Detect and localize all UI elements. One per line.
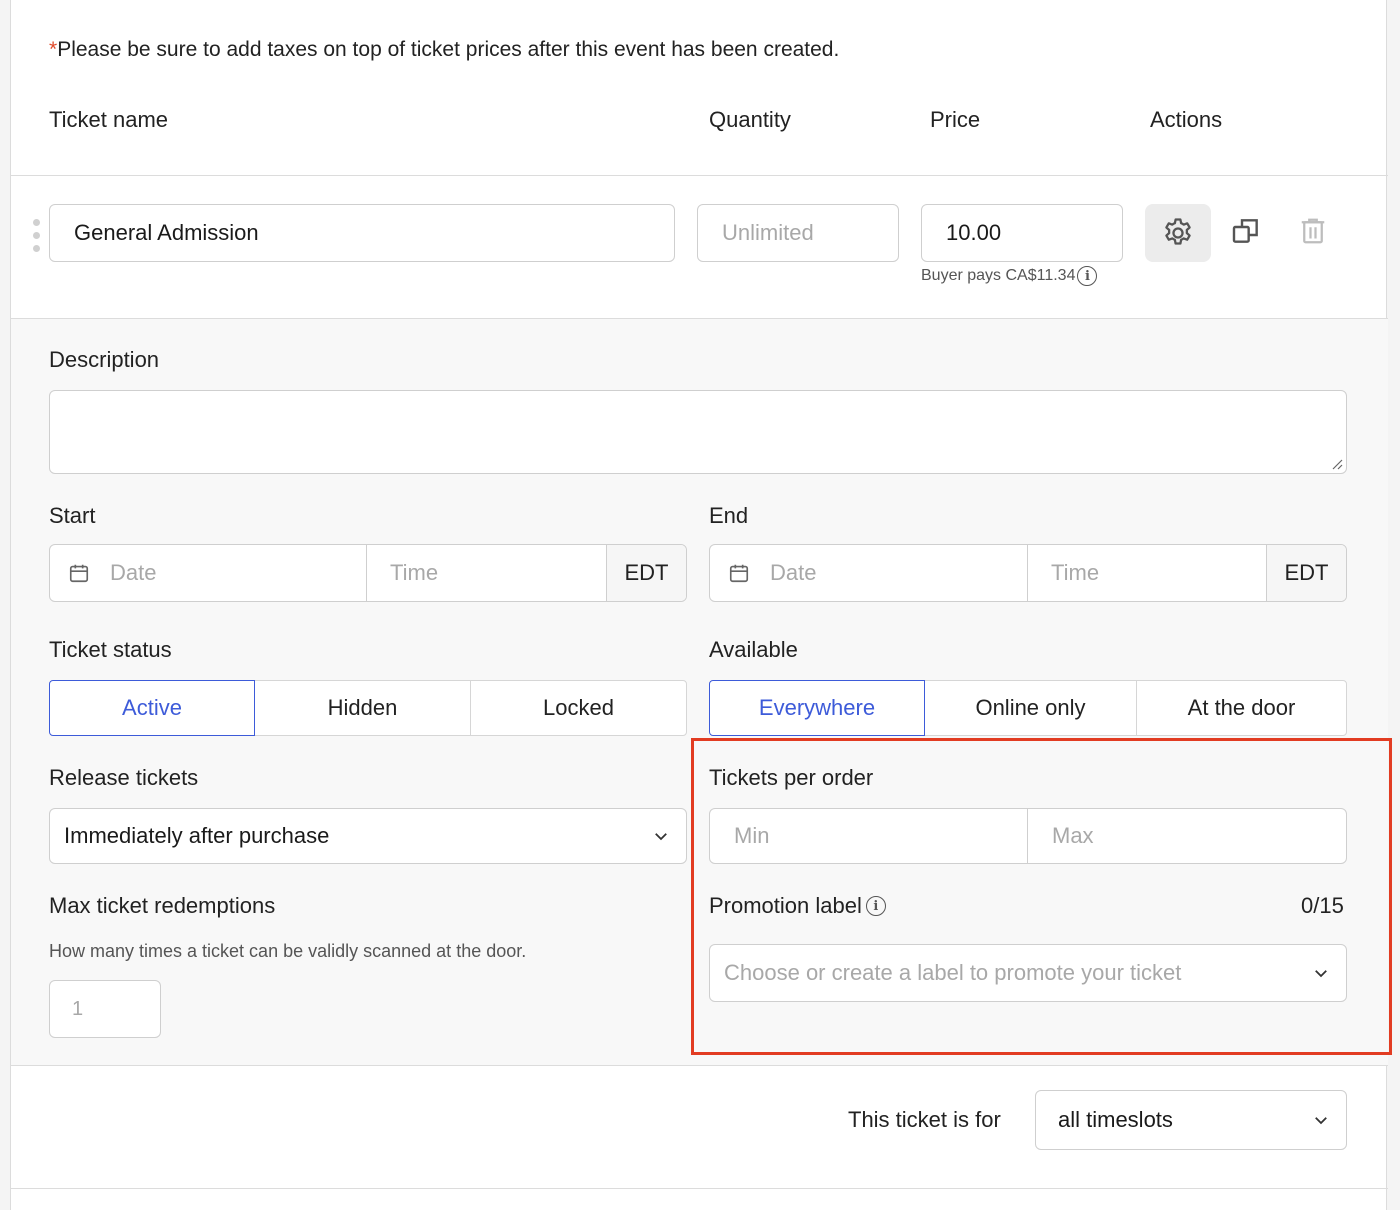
start-time-input[interactable]: Time	[367, 545, 607, 601]
timeslot-select[interactable]: all timeslots	[1035, 1090, 1347, 1150]
calendar-icon	[729, 564, 749, 583]
tax-notice-text: Please be sure to add taxes on top of ti…	[57, 38, 840, 61]
status-hidden-option[interactable]: Hidden	[254, 680, 471, 736]
end-datetime: Date Time EDT	[709, 544, 1347, 602]
availability-toggle: Everywhere Online only At the door	[709, 680, 1347, 736]
available-online-only-option[interactable]: Online only	[924, 680, 1137, 736]
start-date-input[interactable]: Date	[50, 545, 367, 601]
release-tickets-select[interactable]: Immediately after purchase	[49, 808, 687, 864]
buyer-pays-text: Buyer pays CA$11.34	[921, 267, 1076, 284]
end-date-placeholder: Date	[770, 560, 817, 585]
calendar-icon	[69, 564, 89, 583]
start-timezone[interactable]: EDT	[607, 545, 686, 601]
buyer-pays-note: Buyer pays CA$11.34 i	[921, 266, 1098, 286]
ticket-status-label: Ticket status	[49, 637, 172, 662]
price-input[interactable]: 10.00	[921, 204, 1123, 262]
status-active-option[interactable]: Active	[49, 680, 255, 736]
price-value: 10.00	[946, 220, 1002, 245]
start-timezone-value: EDT	[624, 560, 669, 585]
required-asterisk: *	[49, 38, 58, 61]
divider	[11, 1065, 1388, 1066]
tax-notice: *Please be sure to add taxes on top of t…	[49, 38, 839, 62]
divider	[11, 1188, 1388, 1189]
column-header-ticket-name: Ticket name	[49, 107, 169, 132]
chevron-down-icon	[1315, 1117, 1327, 1125]
end-date-input[interactable]: Date	[710, 545, 1028, 601]
column-header-price: Price	[930, 107, 981, 132]
start-label: Start	[49, 503, 96, 528]
status-locked-option[interactable]: Locked	[470, 680, 687, 736]
delete-ticket-button[interactable]	[1295, 211, 1331, 251]
end-time-placeholder: Time	[1051, 560, 1100, 585]
drag-handle[interactable]	[33, 219, 41, 258]
start-datetime: Date Time EDT	[49, 544, 687, 602]
available-at-the-door-option[interactable]: At the door	[1136, 680, 1347, 736]
ticket-status-toggle: Active Hidden Locked	[49, 680, 687, 736]
end-time-input[interactable]: Time	[1028, 545, 1267, 601]
max-redemptions-label: Max ticket redemptions	[49, 893, 276, 918]
available-everywhere-option[interactable]: Everywhere	[709, 680, 925, 736]
description-textarea[interactable]	[49, 390, 1347, 474]
start-time-placeholder: Time	[390, 560, 439, 585]
divider	[11, 318, 1388, 319]
available-label: Available	[709, 637, 798, 662]
ticket-settings-button[interactable]	[1145, 204, 1211, 262]
start-date-placeholder: Date	[110, 560, 157, 585]
gear-icon	[1165, 218, 1191, 245]
column-header-actions: Actions	[1150, 107, 1223, 132]
highlight-box	[691, 738, 1392, 1055]
end-timezone[interactable]: EDT	[1267, 545, 1346, 601]
duplicate-ticket-button[interactable]	[1227, 211, 1265, 251]
divider	[11, 175, 1388, 176]
ticket-name-value: General Admission	[74, 220, 259, 245]
max-redemptions-hint: How many times a ticket can be validly s…	[49, 941, 527, 961]
trash-icon	[1301, 218, 1325, 244]
ticket-for-label: This ticket is for	[848, 1107, 1001, 1132]
max-redemptions-placeholder: 1	[72, 997, 84, 1020]
resize-handle-icon[interactable]	[1329, 456, 1343, 470]
column-header-quantity: Quantity	[709, 107, 791, 132]
quantity-input[interactable]: Unlimited	[697, 204, 899, 262]
duplicate-icon	[1232, 219, 1258, 243]
end-timezone-value: EDT	[1284, 560, 1329, 585]
description-label: Description	[49, 347, 160, 372]
info-icon[interactable]: i	[1077, 266, 1098, 286]
end-label: End	[709, 503, 749, 528]
chevron-down-icon	[655, 833, 667, 841]
quantity-placeholder: Unlimited	[722, 220, 814, 245]
release-tickets-value: Immediately after purchase	[64, 823, 330, 848]
release-tickets-label: Release tickets	[49, 765, 199, 790]
ticket-name-input[interactable]: General Admission	[49, 204, 675, 262]
timeslot-value: all timeslots	[1058, 1107, 1173, 1132]
max-redemptions-input[interactable]: 1	[49, 980, 161, 1038]
